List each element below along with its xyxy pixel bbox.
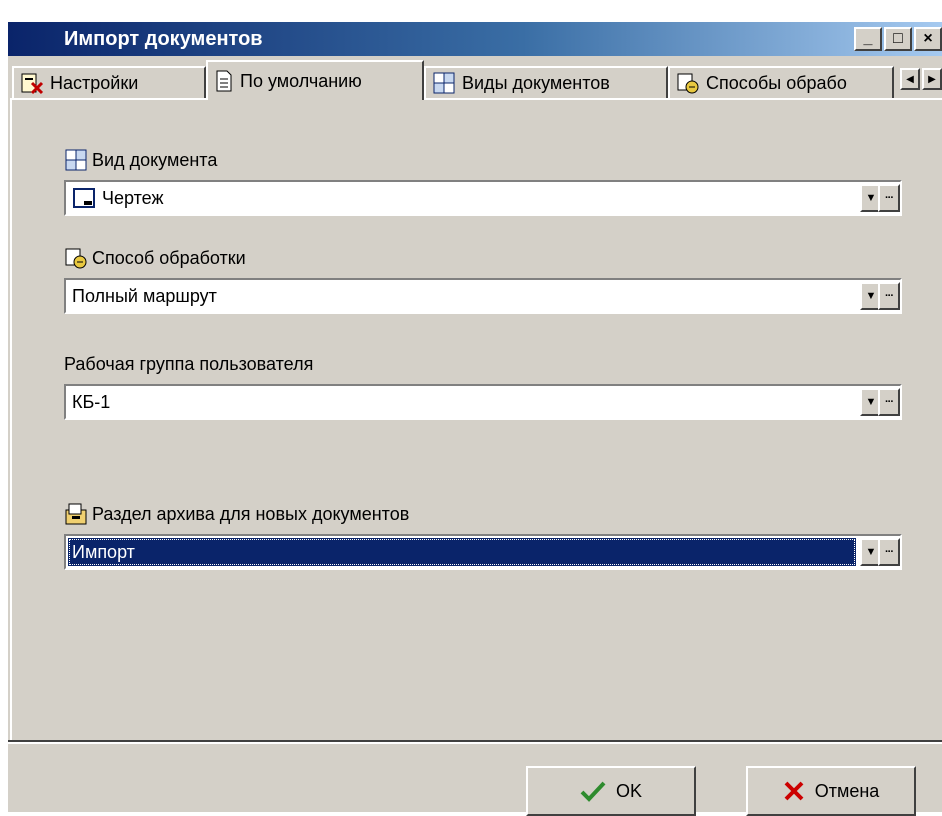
tab-processing-label: Способы обрабо [706,72,847,93]
processing-browse-button[interactable]: ··· [878,282,900,310]
archive-section-browse-button[interactable]: ··· [878,538,900,566]
doc-type-label-text: Вид документа [92,149,218,170]
ellipsis-icon: ··· [885,546,894,558]
processing-label: Способ обработки [64,246,246,270]
window-title: Импорт документов [64,28,263,50]
ellipsis-icon: ··· [885,192,894,204]
workgroup-label-text: Рабочая группа пользователя [64,354,314,374]
cancel-button-label: Отмена [814,780,880,801]
archive-folder-icon [65,503,87,525]
title-bar[interactable]: Импорт документов _ □ × [8,22,942,56]
doc-types-icon [433,72,455,94]
minimize-icon: _ [863,30,873,47]
arrow-right-icon: ▶ [928,73,936,85]
tab-defaults-label: По умолчанию [240,70,362,91]
tab-scroll-left-button[interactable]: ◀ [900,68,920,90]
doc-type-value-text: Чертеж [102,187,164,208]
settings-doc-icon [21,73,44,95]
maximize-button[interactable]: □ [884,27,912,51]
chevron-down-icon: ▼ [865,396,877,408]
archive-section-combo[interactable]: Импорт ▼ ··· [64,534,902,570]
chevron-down-icon: ▼ [865,192,877,204]
page-icon [216,70,232,92]
doc-type-value[interactable]: Чертеж [68,184,856,212]
checkmark-icon [580,781,606,802]
workgroup-value[interactable]: КБ-1 [68,388,856,416]
tab-doc-types-label: Виды документов [462,72,610,93]
cancel-button[interactable]: Отмена [746,766,916,816]
processing-value-text: Полный маршрут [72,285,217,306]
tab-settings[interactable]: Настройки [12,66,206,98]
ok-button-label: OK [615,780,642,801]
doc-type-browse-button[interactable]: ··· [878,184,900,212]
chevron-down-icon: ▼ [865,546,877,558]
archive-section-label-text: Раздел архива для новых документов [92,503,410,524]
maximize-icon: □ [893,30,903,47]
tab-strip: Настройки По умолчанию Виды документов С… [12,60,942,100]
minimize-button[interactable]: _ [854,27,882,51]
workgroup-label: Рабочая группа пользователя [64,354,313,375]
footer-divider [8,740,942,744]
doc-type-combo[interactable]: Чертеж ▼ ··· [64,180,902,216]
archive-section-value-text: Импорт [72,541,135,562]
chevron-down-icon: ▼ [865,290,877,302]
tab-settings-label: Настройки [50,72,139,93]
processing-value[interactable]: Полный маршрут [68,282,856,310]
ellipsis-icon: ··· [885,396,894,408]
archive-section-value[interactable]: Импорт [68,538,856,566]
processing-icon [65,248,87,269]
archive-section-label: Раздел архива для новых документов [64,502,409,526]
processing-combo[interactable]: Полный маршрут ▼ ··· [64,278,902,314]
doc-type-label: Вид документа [64,148,217,172]
close-button[interactable]: × [914,27,942,51]
close-icon: × [923,30,933,47]
tab-processing-methods[interactable]: Способы обрабо [668,66,894,98]
drawing-icon [73,188,95,208]
processing-icon [677,73,699,94]
ok-button[interactable]: OK [526,766,696,816]
processing-label-text: Способ обработки [92,247,246,268]
tab-defaults[interactable]: По умолчанию [206,60,424,100]
ellipsis-icon: ··· [885,290,894,302]
workgroup-combo[interactable]: КБ-1 ▼ ··· [64,384,902,420]
tab-doc-types[interactable]: Виды документов [424,66,668,98]
tab-scroll-right-button[interactable]: ▶ [922,68,942,90]
workgroup-value-text: КБ-1 [72,391,111,412]
doc-types-icon [65,149,87,171]
arrow-left-icon: ◀ [906,73,914,85]
tab-page-defaults: Вид документа Чертеж ▼ ··· Способ обрабо… [10,98,942,742]
workgroup-browse-button[interactable]: ··· [878,388,900,416]
import-dialog: Импорт документов _ □ × Настройки По умо… [6,20,942,816]
cancel-x-icon [784,781,804,801]
